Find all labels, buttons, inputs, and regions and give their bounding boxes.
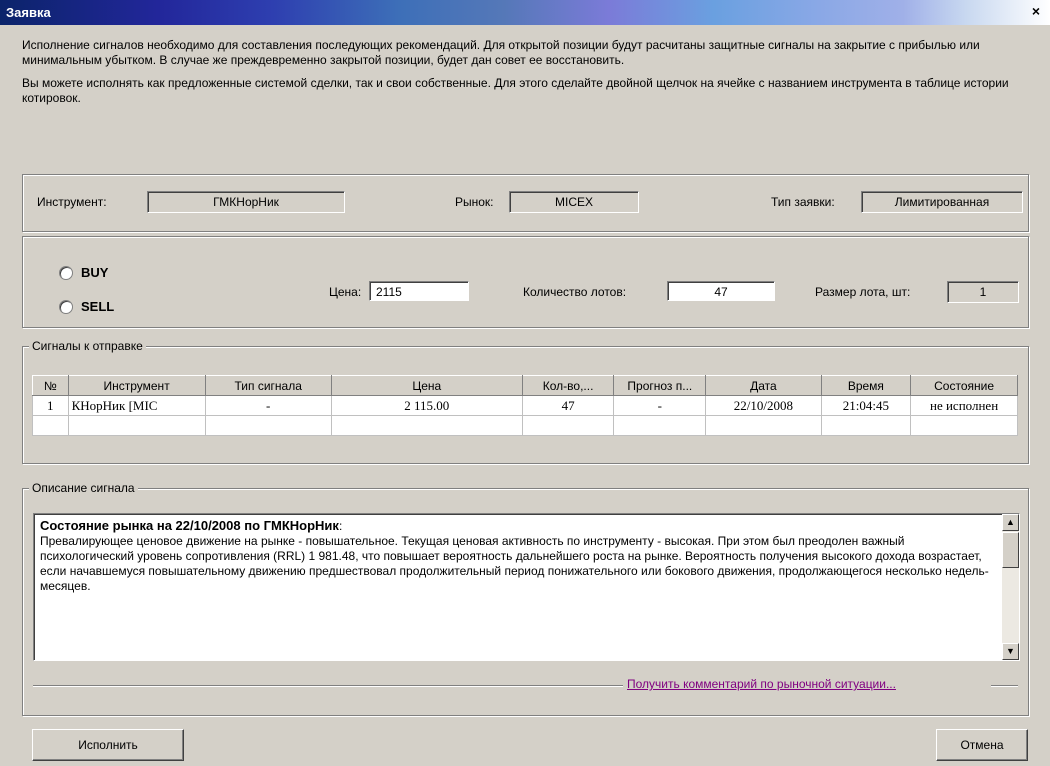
description-memo[interactable]: Состояние рынка на 22/10/2008 по ГМКНорН… [33, 513, 1020, 661]
price-label: Цена: [329, 285, 362, 299]
col-forecast[interactable]: Прогноз п... [613, 375, 707, 396]
cell-quantity: 47 [521, 395, 615, 416]
scroll-thumb[interactable] [1002, 532, 1019, 568]
scroll-up-icon[interactable]: ▲ [1002, 514, 1019, 531]
col-signal-type[interactable]: Тип сигнала [204, 375, 332, 396]
market-comment-link[interactable]: Получить комментарий по рыночной ситуаци… [627, 677, 896, 691]
description-divider-right [991, 685, 1018, 687]
lot-size-field: 1 [947, 281, 1019, 303]
intro-text: Исполнение сигналов необходимо для соста… [22, 38, 1027, 114]
buy-radio[interactable] [59, 266, 73, 280]
price-input[interactable]: 2115 [369, 281, 469, 301]
description-heading-suffix: : [338, 519, 343, 533]
signals-table[interactable]: № Инструмент Тип сигнала Цена Кол-во,...… [32, 375, 1018, 436]
intro-paragraph-1: Исполнение сигналов необходимо для соста… [22, 38, 980, 67]
col-quantity[interactable]: Кол-во,... [521, 375, 615, 396]
description-text: Состояние рынка на 22/10/2008 по ГМКНорН… [40, 518, 998, 594]
execute-button[interactable]: Исполнить [32, 729, 184, 761]
table-row-empty[interactable] [32, 415, 1018, 436]
order-group: BUY SELL Цена: 2115 Количество лотов: 47… [22, 236, 1029, 328]
col-number[interactable]: № [32, 375, 69, 396]
description-scrollbar[interactable]: ▲ ▼ [1002, 514, 1019, 660]
instrument-label: Инструмент: [37, 195, 107, 209]
description-group: Описание сигнала Состояние рынка на 22/1… [22, 481, 1029, 716]
sell-label[interactable]: SELL [81, 299, 114, 314]
order-type-field: Лимитированная [861, 191, 1023, 213]
intro-paragraph-2: Вы можете исполнять как предложенные сис… [22, 76, 1009, 105]
market-label: Рынок: [455, 195, 494, 209]
scroll-down-icon[interactable]: ▼ [1002, 643, 1019, 660]
cell-forecast: - [613, 395, 707, 416]
table-row[interactable]: 1 КНорНик [MIC - 2 115.00 47 - 22/10/200… [32, 395, 1018, 416]
cell-number: 1 [32, 395, 69, 416]
description-legend: Описание сигнала [29, 481, 138, 495]
cancel-button[interactable]: Отмена [936, 729, 1028, 761]
cell-signal-type: - [204, 395, 332, 416]
window-title: Заявка [6, 5, 51, 20]
col-date[interactable]: Дата [705, 375, 822, 396]
signals-header-row: № Инструмент Тип сигнала Цена Кол-во,...… [32, 375, 1018, 396]
lots-input[interactable]: 47 [667, 281, 775, 301]
buy-label[interactable]: BUY [81, 265, 108, 280]
signals-legend: Сигналы к отправке [29, 339, 146, 353]
lots-label: Количество лотов: [523, 285, 627, 299]
col-price[interactable]: Цена [330, 375, 523, 396]
col-instrument[interactable]: Инструмент [67, 375, 206, 396]
signals-group: Сигналы к отправке № Инструмент Тип сигн… [22, 339, 1029, 464]
col-time[interactable]: Время [820, 375, 912, 396]
description-heading: Состояние рынка на 22/10/2008 по ГМКНорН… [40, 518, 339, 533]
instrument-group: Инструмент: ГМКНорНик Рынок: MICEX Тип з… [22, 174, 1029, 232]
sell-radio[interactable] [59, 300, 73, 314]
instrument-field: ГМКНорНик [147, 191, 345, 213]
close-icon[interactable]: × [1028, 3, 1044, 19]
cell-price: 2 115.00 [330, 395, 523, 416]
col-status[interactable]: Состояние [910, 375, 1018, 396]
cell-time: 21:04:45 [820, 395, 912, 416]
market-field: MICEX [509, 191, 639, 213]
cell-status: не исполнен [910, 395, 1018, 416]
order-type-label: Тип заявки: [771, 195, 835, 209]
cell-instrument[interactable]: КНорНик [MIC [67, 395, 206, 416]
lot-size-label: Размер лота, шт: [815, 285, 911, 299]
cell-date: 22/10/2008 [705, 395, 822, 416]
description-divider-left [33, 685, 623, 687]
title-bar[interactable]: Заявка × [0, 0, 1050, 25]
description-body: Превалирующее ценовое движение на рынке … [40, 534, 989, 593]
